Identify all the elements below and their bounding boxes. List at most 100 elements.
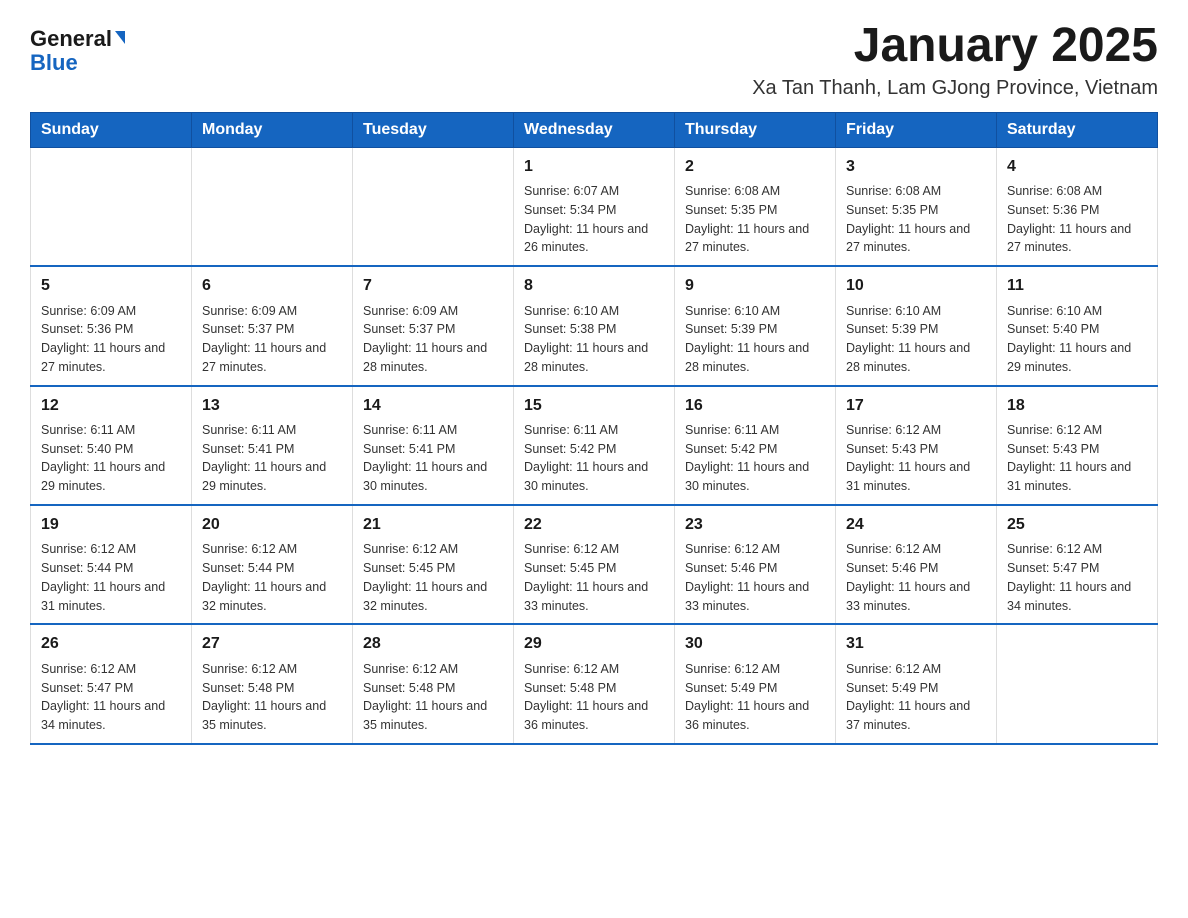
day-info: Sunrise: 6:12 AMSunset: 5:46 PMDaylight:… (846, 540, 986, 615)
day-number: 28 (363, 633, 503, 655)
calendar-cell: 18 Sunrise: 6:12 AMSunset: 5:43 PMDayligh… (997, 386, 1158, 505)
calendar-cell: 22 Sunrise: 6:12 AMSunset: 5:45 PMDayligh… (514, 505, 675, 624)
day-info: Sunrise: 6:12 AMSunset: 5:46 PMDaylight:… (685, 540, 825, 615)
header-cell-friday: Friday (836, 112, 997, 147)
day-number: 1 (524, 156, 664, 178)
day-number: 18 (1007, 395, 1147, 417)
day-number: 14 (363, 395, 503, 417)
week-row-3: 12 Sunrise: 6:11 AMSunset: 5:40 PMDayligh… (31, 386, 1158, 505)
day-info: Sunrise: 6:12 AMSunset: 5:47 PMDaylight:… (1007, 540, 1147, 615)
calendar-cell: 4Sunrise: 6:08 AMSunset: 5:36 PMDaylight… (997, 147, 1158, 266)
header-cell-wednesday: Wednesday (514, 112, 675, 147)
day-number: 30 (685, 633, 825, 655)
day-number: 17 (846, 395, 986, 417)
day-info: Sunrise: 6:11 AMSunset: 5:41 PMDaylight:… (202, 421, 342, 496)
calendar-table: SundayMondayTuesdayWednesdayThursdayFrid… (30, 112, 1158, 745)
day-number: 7 (363, 275, 503, 297)
calendar-cell: 17Sunrise: 6:12 AMSunset: 5:43 PMDayligh… (836, 386, 997, 505)
day-number: 16 (685, 395, 825, 417)
page-title: January 2025 (752, 20, 1158, 73)
day-number: 29 (524, 633, 664, 655)
day-info: Sunrise: 6:12 AMSunset: 5:45 PMDaylight:… (363, 540, 503, 615)
day-info: Sunrise: 6:12 AMSunset: 5:45 PMDaylight:… (524, 540, 664, 615)
day-number: 4 (1007, 156, 1147, 178)
day-number: 27 (202, 633, 342, 655)
day-number: 26 (41, 633, 181, 655)
calendar-cell: 12 Sunrise: 6:11 AMSunset: 5:40 PMDayligh… (31, 386, 192, 505)
week-row-4: 19Sunrise: 6:12 AMSunset: 5:44 PMDayligh… (31, 505, 1158, 624)
calendar-cell: 29 Sunrise: 6:12 AMSunset: 5:48 PMDayligh… (514, 624, 675, 743)
calendar-cell: 10 Sunrise: 6:10 AMSunset: 5:39 PMDayligh… (836, 266, 997, 385)
day-number: 5 (41, 275, 181, 297)
day-info: Sunrise: 6:12 AMSunset: 5:43 PMDaylight:… (1007, 421, 1147, 496)
logo-triangle-icon (115, 31, 125, 44)
day-number: 2 (685, 156, 825, 178)
header-cell-tuesday: Tuesday (353, 112, 514, 147)
logo-blue-text: Blue (30, 52, 78, 74)
day-number: 31 (846, 633, 986, 655)
day-number: 24 (846, 514, 986, 536)
header-cell-thursday: Thursday (675, 112, 836, 147)
day-number: 11 (1007, 275, 1147, 297)
day-number: 23 (685, 514, 825, 536)
day-info: Sunrise: 6:12 AMSunset: 5:49 PMDaylight:… (685, 660, 825, 735)
day-number: 19 (41, 514, 181, 536)
day-number: 12 (41, 395, 181, 417)
calendar-cell: 27 Sunrise: 6:12 AMSunset: 5:48 PMDayligh… (192, 624, 353, 743)
calendar-cell: 21 Sunrise: 6:12 AMSunset: 5:45 PMDayligh… (353, 505, 514, 624)
day-number: 6 (202, 275, 342, 297)
calendar-cell: 28Sunrise: 6:12 AMSunset: 5:48 PMDayligh… (353, 624, 514, 743)
calendar-cell: 16Sunrise: 6:11 AMSunset: 5:42 PMDayligh… (675, 386, 836, 505)
week-row-1: 1 Sunrise: 6:07 AMSunset: 5:34 PMDaylight… (31, 147, 1158, 266)
header-cell-monday: Monday (192, 112, 353, 147)
calendar-cell: 1 Sunrise: 6:07 AMSunset: 5:34 PMDaylight… (514, 147, 675, 266)
day-info: Sunrise: 6:08 AMSunset: 5:35 PMDaylight:… (846, 182, 986, 257)
day-info: Sunrise: 6:07 AMSunset: 5:34 PMDaylight:… (524, 182, 664, 257)
day-info: Sunrise: 6:12 AMSunset: 5:47 PMDaylight:… (41, 660, 181, 735)
day-info: Sunrise: 6:12 AMSunset: 5:49 PMDaylight:… (846, 660, 986, 735)
calendar-cell: 6Sunrise: 6:09 AMSunset: 5:37 PMDaylight… (192, 266, 353, 385)
day-info: Sunrise: 6:11 AMSunset: 5:41 PMDaylight:… (363, 421, 503, 496)
calendar-cell: 30 Sunrise: 6:12 AMSunset: 5:49 PMDayligh… (675, 624, 836, 743)
day-info: Sunrise: 6:10 AMSunset: 5:39 PMDaylight:… (846, 302, 986, 377)
day-number: 13 (202, 395, 342, 417)
calendar-cell: 24 Sunrise: 6:12 AMSunset: 5:46 PMDayligh… (836, 505, 997, 624)
day-number: 22 (524, 514, 664, 536)
calendar-cell (353, 147, 514, 266)
day-info: Sunrise: 6:09 AMSunset: 5:36 PMDaylight:… (41, 302, 181, 377)
calendar-cell: 14 Sunrise: 6:11 AMSunset: 5:41 PMDayligh… (353, 386, 514, 505)
calendar-header: SundayMondayTuesdayWednesdayThursdayFrid… (31, 112, 1158, 147)
page-subtitle: Xa Tan Thanh, Lam GJong Province, Vietna… (752, 77, 1158, 100)
calendar-cell: 26 Sunrise: 6:12 AMSunset: 5:47 PMDayligh… (31, 624, 192, 743)
day-number: 3 (846, 156, 986, 178)
calendar-cell (997, 624, 1158, 743)
day-number: 21 (363, 514, 503, 536)
week-row-2: 5 Sunrise: 6:09 AMSunset: 5:36 PMDaylight… (31, 266, 1158, 385)
calendar-cell: 25Sunrise: 6:12 AMSunset: 5:47 PMDayligh… (997, 505, 1158, 624)
title-block: January 2025 Xa Tan Thanh, Lam GJong Pro… (752, 20, 1158, 100)
day-number: 9 (685, 275, 825, 297)
calendar-cell: 8 Sunrise: 6:10 AMSunset: 5:38 PMDaylight… (514, 266, 675, 385)
calendar-cell: 31 Sunrise: 6:12 AMSunset: 5:49 PMDayligh… (836, 624, 997, 743)
logo: General Blue (30, 28, 125, 74)
day-number: 8 (524, 275, 664, 297)
header-cell-saturday: Saturday (997, 112, 1158, 147)
day-info: Sunrise: 6:12 AMSunset: 5:48 PMDaylight:… (524, 660, 664, 735)
day-info: Sunrise: 6:12 AMSunset: 5:48 PMDaylight:… (202, 660, 342, 735)
header-row: SundayMondayTuesdayWednesdayThursdayFrid… (31, 112, 1158, 147)
day-info: Sunrise: 6:11 AMSunset: 5:42 PMDaylight:… (524, 421, 664, 496)
day-info: Sunrise: 6:10 AMSunset: 5:38 PMDaylight:… (524, 302, 664, 377)
calendar-cell (31, 147, 192, 266)
day-number: 10 (846, 275, 986, 297)
calendar-cell: 19Sunrise: 6:12 AMSunset: 5:44 PMDayligh… (31, 505, 192, 624)
calendar-cell: 11Sunrise: 6:10 AMSunset: 5:40 PMDayligh… (997, 266, 1158, 385)
page-header: General Blue January 2025 Xa Tan Thanh, … (30, 20, 1158, 100)
header-cell-sunday: Sunday (31, 112, 192, 147)
calendar-cell: 20Sunrise: 6:12 AMSunset: 5:44 PMDayligh… (192, 505, 353, 624)
day-info: Sunrise: 6:11 AMSunset: 5:40 PMDaylight:… (41, 421, 181, 496)
calendar-cell: 23 Sunrise: 6:12 AMSunset: 5:46 PMDayligh… (675, 505, 836, 624)
calendar-cell: 5 Sunrise: 6:09 AMSunset: 5:36 PMDaylight… (31, 266, 192, 385)
calendar-cell (192, 147, 353, 266)
day-number: 15 (524, 395, 664, 417)
day-info: Sunrise: 6:08 AMSunset: 5:35 PMDaylight:… (685, 182, 825, 257)
